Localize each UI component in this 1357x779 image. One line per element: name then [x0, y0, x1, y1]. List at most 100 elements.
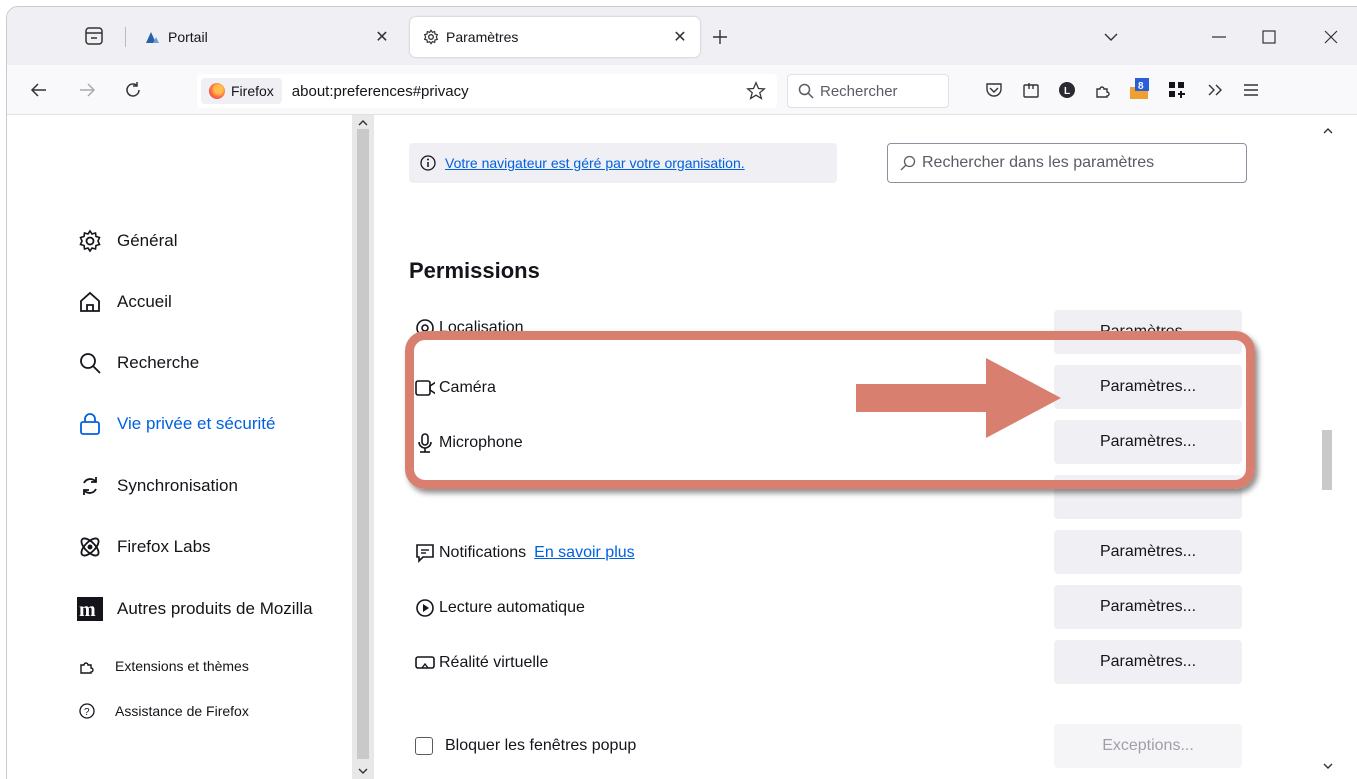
window-close-icon[interactable]: [1319, 25, 1343, 49]
screenshot-icon[interactable]: [1019, 78, 1043, 102]
permission-label: Lecture automatique: [439, 599, 585, 616]
sidebar-item-label: Assistance de Firefox: [115, 703, 249, 719]
svg-text:?: ?: [84, 707, 90, 718]
close-icon[interactable]: ✕: [372, 27, 392, 47]
hamburger-menu-icon[interactable]: [1239, 78, 1263, 102]
permission-autoplay: Lecture automatique: [415, 598, 585, 618]
policies-link[interactable]: Votre navigateur est géré par votre orga…: [445, 155, 745, 171]
gear-icon: [422, 28, 440, 46]
sidebar-item-label: Général: [117, 231, 178, 250]
pocket-icon[interactable]: [982, 78, 1006, 102]
overflow-chevron-icon[interactable]: [1203, 78, 1227, 102]
lock-icon: [77, 411, 103, 437]
main-scrollbar[interactable]: [1318, 115, 1338, 779]
popup-exceptions-button: Exceptions...: [1054, 724, 1242, 768]
svg-text:L: L: [1064, 86, 1070, 97]
permission-label: Notifications: [439, 544, 527, 561]
forward-icon[interactable]: [75, 78, 99, 102]
sidebar-item-privacy[interactable]: Vie privée et sécurité: [77, 411, 275, 437]
permission-vr: Réalité virtuelle: [415, 653, 548, 673]
categories-sidebar: Général Accueil Recherche Vie privée et …: [7, 115, 352, 779]
chevron-down-icon[interactable]: [1099, 25, 1123, 49]
home-icon: [77, 289, 103, 315]
sidebar-item-label: Recherche: [117, 353, 200, 372]
tab-strip: Portail ✕ Paramètres ✕: [7, 7, 1357, 65]
permission-label: Réalité virtuelle: [439, 654, 549, 671]
preferences-search-input[interactable]: Rechercher dans les paramètres: [887, 143, 1247, 183]
minimize-icon[interactable]: [1207, 25, 1231, 49]
puzzle-icon: [77, 656, 97, 676]
addon-badge-icon[interactable]: 8: [1127, 78, 1151, 102]
new-tab-icon[interactable]: [710, 27, 730, 47]
tab-title: Paramètres: [446, 29, 519, 45]
badge-count: 8: [1138, 81, 1144, 92]
block-popups-label: Bloquer les fenêtres popup: [445, 737, 637, 754]
portal-icon: [144, 28, 162, 46]
sidebar-item-label: Extensions et thèmes: [115, 658, 249, 674]
sidebar-item-labs[interactable]: Firefox Labs: [77, 534, 211, 560]
annotation-arrow-icon: [856, 358, 1061, 438]
sidebar-item-home[interactable]: Accueil: [77, 289, 172, 315]
notification-icon: [415, 543, 435, 563]
sync-icon: [77, 473, 103, 499]
sidebar-item-label: Accueil: [117, 292, 172, 311]
back-icon[interactable]: [27, 78, 51, 102]
block-popups-checkbox[interactable]: [415, 737, 433, 755]
bookmark-star-icon[interactable]: [745, 80, 767, 102]
identity-label: Firefox: [231, 83, 274, 99]
sidebar-scrollbar[interactable]: [352, 115, 374, 779]
autoplay-icon: [415, 598, 435, 618]
help-icon: ?: [77, 701, 97, 721]
maximize-icon[interactable]: [1257, 25, 1281, 49]
sidebar-item-label: Firefox Labs: [117, 537, 211, 556]
sidebar-item-label: Vie privée et sécurité: [117, 414, 276, 433]
scrollbar-thumb[interactable]: [357, 129, 369, 759]
sidebar-item-mozilla[interactable]: m Autres produits de Mozilla: [77, 596, 313, 622]
scroll-down-icon[interactable]: [1322, 760, 1334, 772]
sidebar-item-search[interactable]: Recherche: [77, 350, 199, 376]
sidebar-item-support[interactable]: ? Assistance de Firefox: [77, 701, 249, 721]
search-bar[interactable]: Rechercher: [787, 74, 949, 108]
gear-icon: [77, 228, 103, 254]
sidebar-item-label: Autres produits de Mozilla: [117, 599, 313, 618]
annotation-highlight-box: [405, 331, 1255, 489]
labs-icon: [77, 534, 103, 560]
url-text[interactable]: about:preferences#privacy: [292, 83, 745, 100]
learn-more-link[interactable]: En savoir plus: [534, 544, 635, 562]
autoplay-settings-button[interactable]: Paramètres...: [1054, 585, 1242, 629]
search-placeholder: Rechercher: [820, 82, 898, 100]
search-icon: [798, 83, 814, 99]
permission-notifications: Notifications En savoir plus: [415, 543, 635, 563]
tab-portail[interactable]: Portail ✕: [132, 17, 402, 57]
sidebar-item-general[interactable]: Général: [77, 228, 177, 254]
nav-bar: Firefox about:preferences#privacy Recher…: [7, 65, 1357, 115]
sidebar-item-extensions[interactable]: Extensions et thèmes: [77, 656, 249, 676]
extensions-icon[interactable]: [1091, 78, 1115, 102]
scrollbar-thumb[interactable]: [1322, 430, 1332, 490]
scroll-up-icon[interactable]: [357, 117, 369, 129]
sidebar-item-sync[interactable]: Synchronisation: [77, 473, 238, 499]
reload-icon[interactable]: [121, 78, 145, 102]
scroll-up-icon[interactable]: [1322, 125, 1334, 137]
scroll-down-icon[interactable]: [357, 765, 369, 777]
notifications-settings-button[interactable]: Paramètres...: [1054, 530, 1242, 574]
policies-notice: Votre navigateur est géré par votre orga…: [409, 143, 837, 183]
mozilla-icon: m: [77, 596, 103, 622]
sidebar-item-label: Synchronisation: [117, 476, 238, 495]
grid-plus-icon[interactable]: [1165, 78, 1189, 102]
identity-box[interactable]: Firefox: [201, 78, 282, 104]
url-bar[interactable]: Firefox about:preferences#privacy: [197, 74, 777, 108]
tab-list-icon[interactable]: [83, 25, 105, 47]
search-icon: [77, 350, 103, 376]
svg-text:m: m: [79, 599, 96, 621]
search-placeholder: Rechercher dans les paramètres: [922, 154, 1155, 171]
firefox-logo-icon: [209, 83, 225, 99]
permissions-heading: Permissions: [409, 258, 540, 283]
vr-settings-button[interactable]: Paramètres...: [1054, 640, 1242, 684]
tab-title: Portail: [168, 29, 208, 45]
info-icon: [419, 154, 437, 172]
account-icon[interactable]: L: [1055, 78, 1079, 102]
close-icon[interactable]: ✕: [670, 27, 690, 47]
block-popups-row[interactable]: Bloquer les fenêtres popup: [415, 737, 636, 755]
tab-parametres[interactable]: Paramètres ✕: [410, 17, 700, 57]
